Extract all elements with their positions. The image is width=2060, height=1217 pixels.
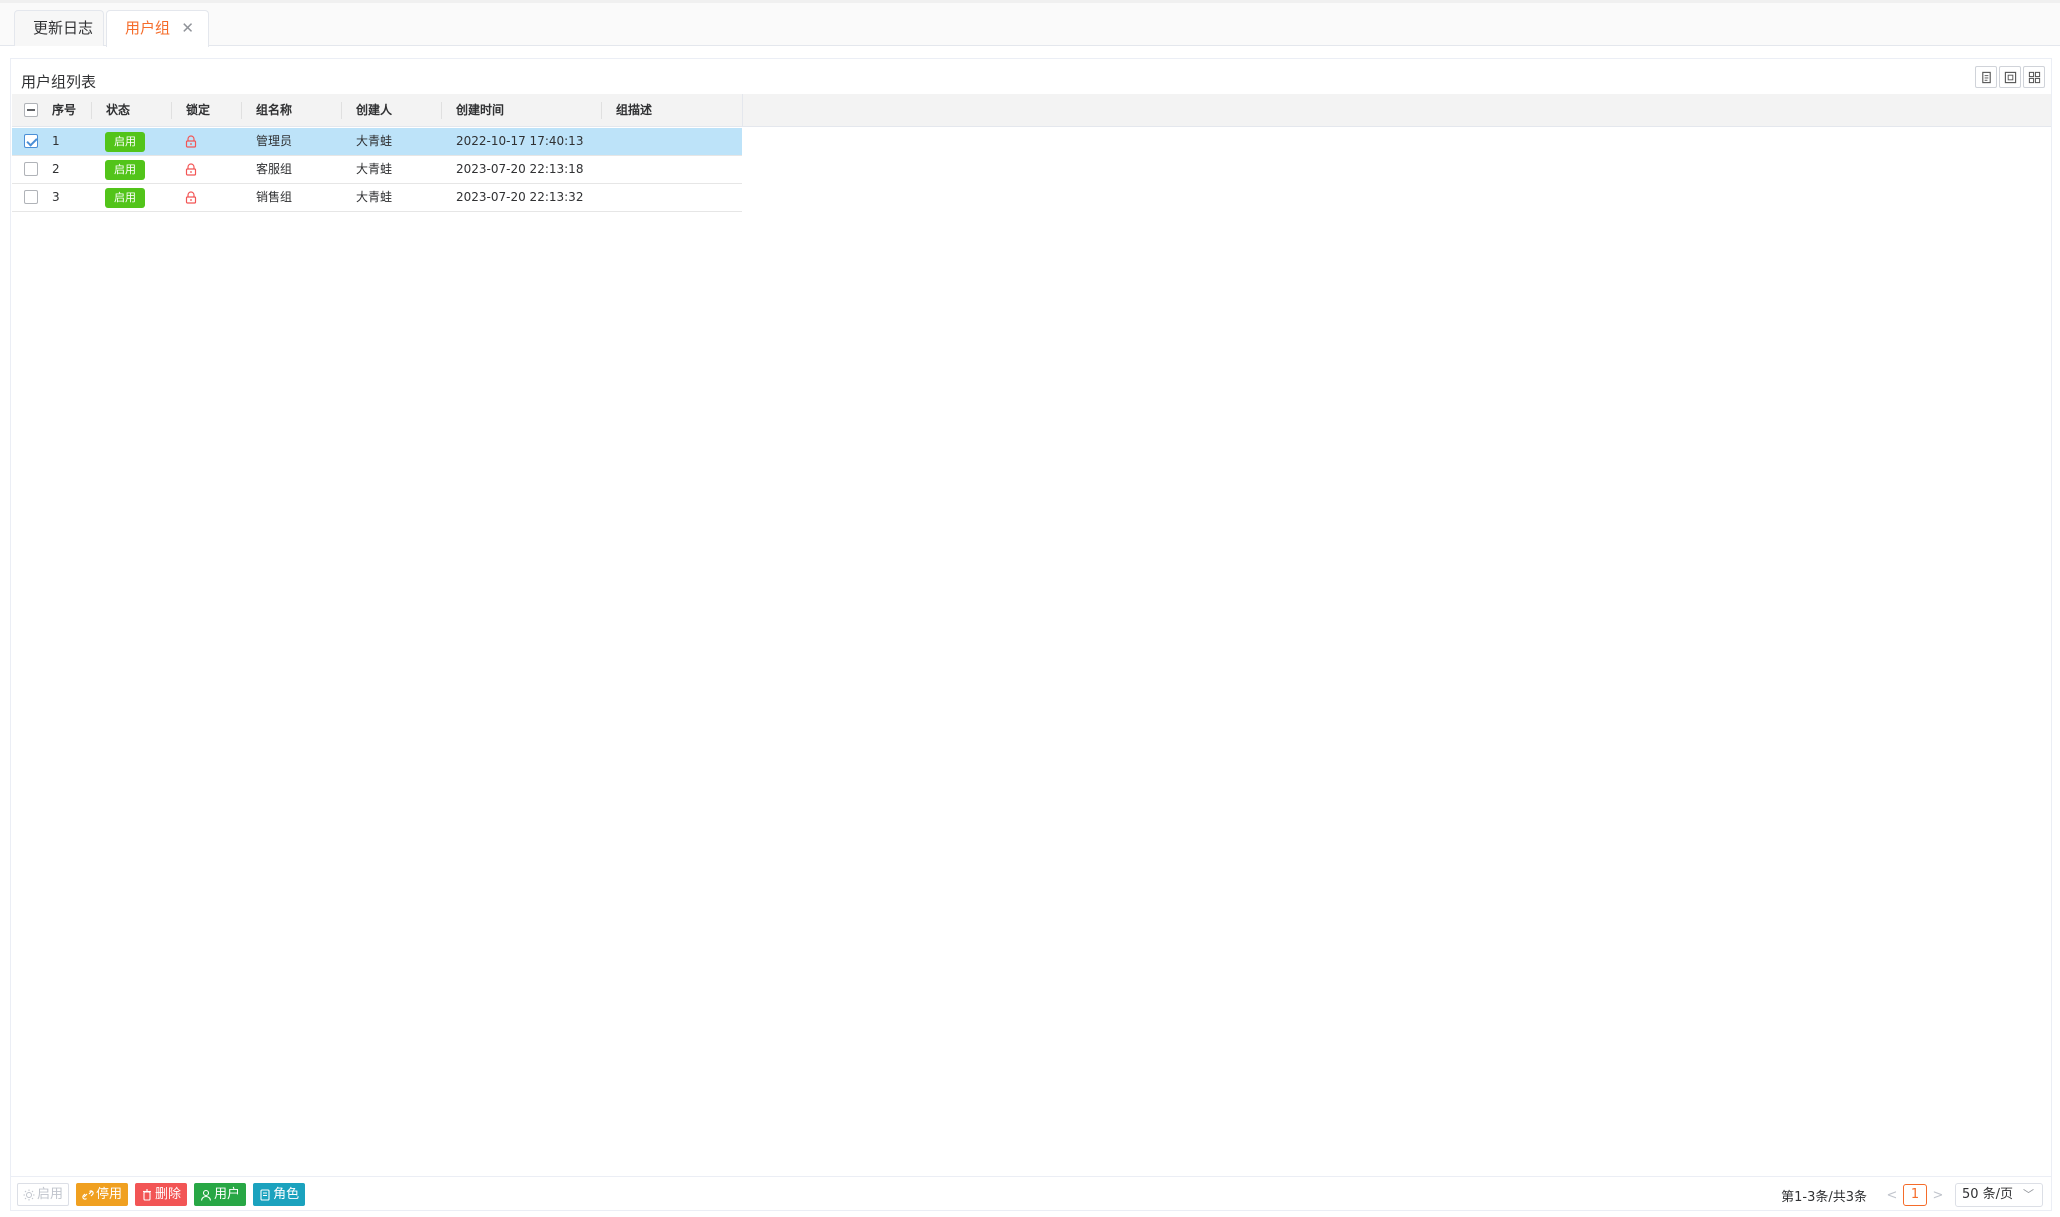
creator: 大青蛙 xyxy=(356,190,393,204)
column-divider xyxy=(91,102,92,119)
table-header: 序号 状态 锁定 组名称 创建人 创建时间 组描述 xyxy=(12,94,2051,127)
roles-button[interactable]: 角色 xyxy=(253,1183,306,1206)
delete-button[interactable]: 删除 xyxy=(135,1183,188,1206)
tab-label: 更新日志 xyxy=(33,19,94,37)
column-divider xyxy=(742,94,743,127)
users-label: 用户 xyxy=(214,1187,241,1202)
lock-icon xyxy=(185,191,197,204)
tab-changelog[interactable]: 更新日志 xyxy=(14,10,104,46)
chevron-down-icon: ﹀ xyxy=(2023,1188,2034,1201)
select-all-checkbox[interactable] xyxy=(24,103,38,117)
row-index: 2 xyxy=(52,162,60,176)
status-badge: 启用 xyxy=(105,160,145,180)
column-header-name[interactable]: 组名称 xyxy=(256,94,292,127)
page-size-value: 50 条/页 xyxy=(1962,1187,2014,1202)
users-button[interactable]: 用户 xyxy=(194,1183,247,1206)
user-icon xyxy=(200,1189,212,1201)
enable-button[interactable]: 启用 xyxy=(17,1183,70,1206)
row-checkbox[interactable] xyxy=(24,162,38,176)
creator: 大青蛙 xyxy=(356,134,393,148)
column-divider xyxy=(241,102,242,119)
column-header-created[interactable]: 创建时间 xyxy=(456,94,504,127)
disable-label: 停用 xyxy=(96,1187,123,1202)
column-header-creator[interactable]: 创建人 xyxy=(356,94,392,127)
page-number[interactable]: 1 xyxy=(1903,1184,1927,1206)
column-header-index[interactable]: 序号 xyxy=(52,94,76,127)
status-badge: 启用 xyxy=(105,132,145,152)
creator: 大青蛙 xyxy=(356,162,393,176)
link-break-icon xyxy=(82,1189,94,1200)
row-index: 1 xyxy=(52,134,60,148)
column-header-locked[interactable]: 锁定 xyxy=(186,94,210,127)
export-icon[interactable] xyxy=(1975,66,1997,88)
tab-user-groups[interactable]: 用户组 ✕ xyxy=(106,10,209,47)
user-group-panel: 用户组列表 序号 状态 锁定 组名称 创建人 创建时间 组描述 1 启用 管理员… xyxy=(10,58,2052,1211)
page-size-select[interactable]: 50 条/页 ﹀ xyxy=(1955,1183,2043,1207)
lock-icon xyxy=(185,163,197,176)
action-bar: 启用 停用 删除 用户 角色 xyxy=(17,1183,306,1206)
lock-icon xyxy=(185,135,197,148)
column-divider xyxy=(171,102,172,119)
column-divider xyxy=(341,102,342,119)
row-checkbox[interactable] xyxy=(24,190,38,204)
disable-button[interactable]: 停用 xyxy=(76,1183,129,1206)
next-page-icon[interactable]: > xyxy=(1927,1188,1949,1203)
top-divider xyxy=(0,0,2060,3)
created-time: 2022-10-17 17:40:13 xyxy=(456,134,584,148)
enable-label: 启用 xyxy=(37,1187,64,1202)
created-time: 2023-07-20 22:13:18 xyxy=(456,162,584,176)
status-badge: 启用 xyxy=(105,188,145,208)
column-divider xyxy=(441,102,442,119)
group-name: 客服组 xyxy=(256,162,293,176)
row-index: 3 xyxy=(52,190,60,204)
created-time: 2023-07-20 22:13:32 xyxy=(456,190,584,204)
pagination: 第1-3条/共3条 < 1 > 50 条/页 ﹀ xyxy=(1781,1183,2043,1207)
table-toolbar xyxy=(1975,66,2045,88)
table-row[interactable]: 1 启用 管理员 大青蛙 2022-10-17 17:40:13 xyxy=(12,128,742,156)
prev-page-icon[interactable]: < xyxy=(1881,1188,1903,1203)
column-header-description[interactable]: 组描述 xyxy=(616,94,652,127)
close-icon[interactable]: ✕ xyxy=(181,11,194,45)
pagination-summary: 第1-3条/共3条 xyxy=(1781,1189,1867,1205)
column-header-status[interactable]: 状态 xyxy=(106,94,130,127)
columns-icon[interactable] xyxy=(2023,66,2045,88)
trash-icon xyxy=(143,1188,152,1201)
group-name: 管理员 xyxy=(256,134,293,148)
panel-title: 用户组列表 xyxy=(21,73,97,91)
group-name: 销售组 xyxy=(256,190,293,204)
table-row[interactable]: 3 启用 销售组 大青蛙 2023-07-20 22:13:32 xyxy=(12,184,742,212)
row-checkbox[interactable] xyxy=(24,134,38,148)
tab-bar: 更新日志 用户组 ✕ xyxy=(0,0,2060,47)
roles-label: 角色 xyxy=(273,1187,300,1202)
sun-icon xyxy=(23,1189,35,1200)
table-row[interactable]: 2 启用 客服组 大青蛙 2023-07-20 22:13:18 xyxy=(12,156,742,184)
role-icon xyxy=(260,1188,270,1201)
column-divider xyxy=(601,102,602,119)
delete-label: 删除 xyxy=(155,1187,182,1202)
footer-divider xyxy=(11,1176,2051,1177)
fullscreen-icon[interactable] xyxy=(1999,66,2021,88)
tab-label: 用户组 xyxy=(125,19,171,37)
